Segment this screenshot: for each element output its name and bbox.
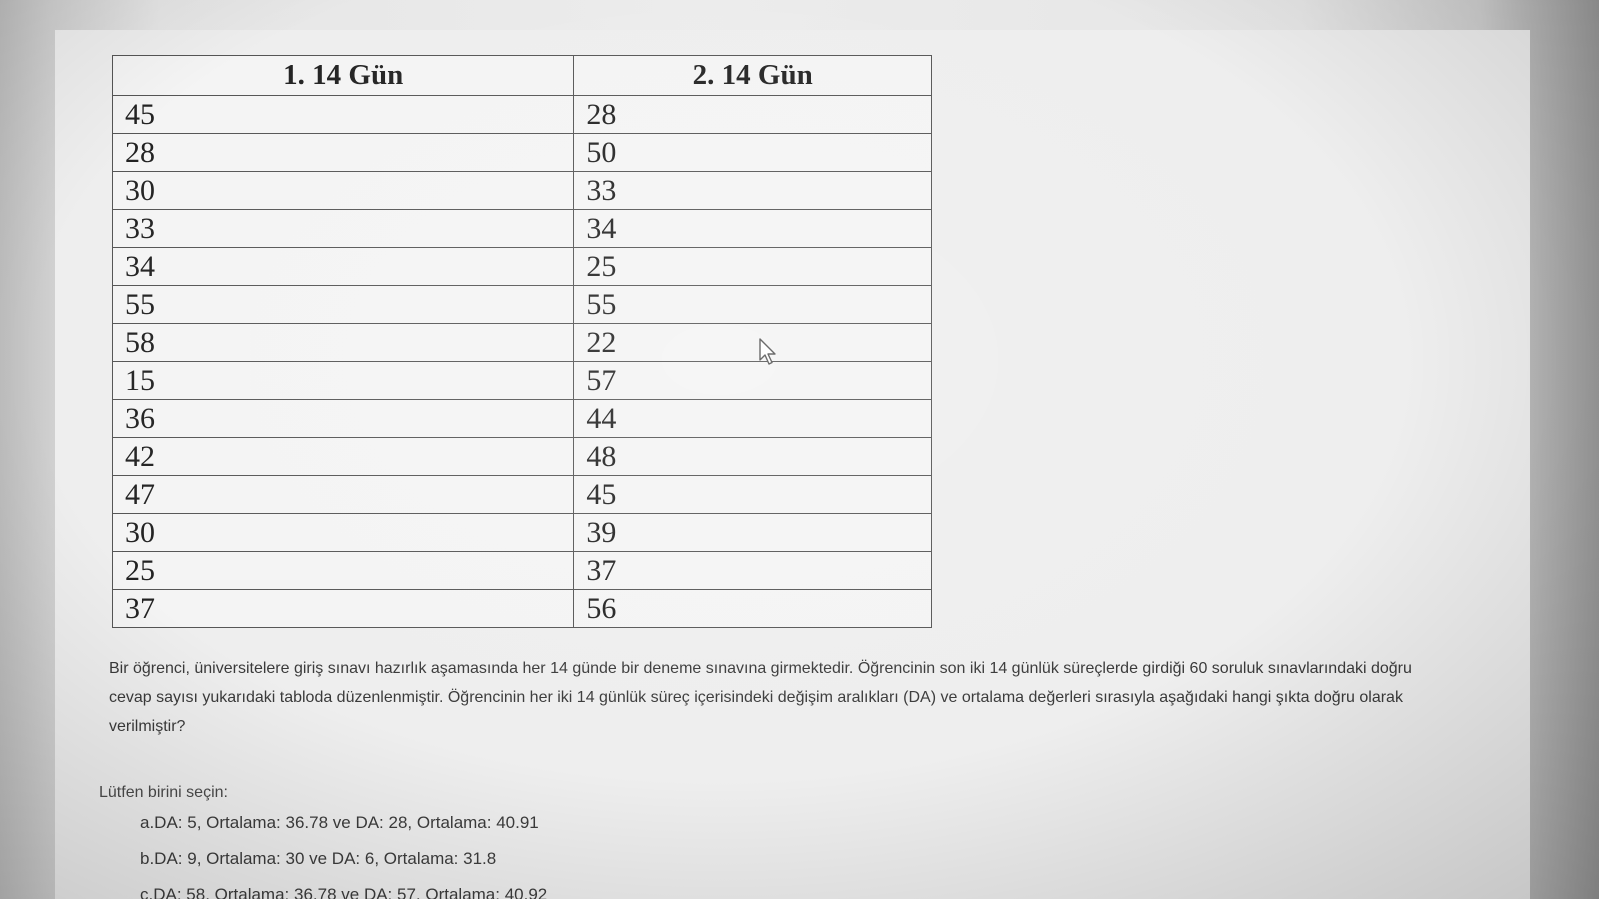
table-row: 37 56 <box>111 589 932 628</box>
table-row: 15 57 <box>111 361 932 400</box>
table-row: 47 45 <box>111 475 932 514</box>
table-cell: 48 <box>573 437 932 476</box>
table-row: 30 39 <box>111 513 932 552</box>
answer-option-b[interactable]: b.DA: 9, Ortalama: 30 ve DA: 6, Ortalama… <box>140 848 547 884</box>
table-cell: 33 <box>111 209 575 248</box>
table-cell: 45 <box>111 95 575 134</box>
table-cell: 37 <box>111 589 575 628</box>
table-cell: 47 <box>111 475 575 514</box>
table-cell: 56 <box>573 589 932 628</box>
table-row: 34 25 <box>111 247 932 286</box>
table-cell: 42 <box>111 437 575 476</box>
table-cell: 55 <box>573 285 932 324</box>
table-cell: 22 <box>573 323 932 362</box>
table-cell: 50 <box>573 133 932 172</box>
table-cell: 25 <box>111 551 575 590</box>
table-cell: 30 <box>111 513 575 552</box>
table-cell: 30 <box>111 171 575 210</box>
table-cell: 34 <box>111 247 575 286</box>
answer-option-a[interactable]: a.DA: 5, Ortalama: 36.78 ve DA: 28, Orta… <box>140 812 547 848</box>
table-cell: 44 <box>573 399 932 438</box>
table-row: 25 37 <box>111 551 932 590</box>
table-row: 36 44 <box>111 399 932 438</box>
table-cell: 39 <box>573 513 932 552</box>
table-row: 58 22 <box>111 323 932 362</box>
table-cell: 25 <box>573 247 932 286</box>
table-row: 28 50 <box>111 133 932 172</box>
question-text: Bir öğrenci, üniversitelere giriş sınavı… <box>109 660 1412 735</box>
mouse-pointer-icon <box>759 338 776 365</box>
table-row: 55 55 <box>111 285 932 324</box>
column-header-first-14-days: 1. 14 Gün <box>111 55 575 96</box>
answer-option-c[interactable]: c.DA: 58, Ortalama: 36.78 ve DA: 57, Ort… <box>140 884 547 899</box>
table-row: 45 28 <box>111 95 932 134</box>
table-cell: 33 <box>573 171 932 210</box>
table-header-row: 1. 14 Gün 2. 14 Gün <box>111 55 932 96</box>
table-row: 33 34 <box>111 209 932 248</box>
table-cell: 15 <box>111 361 575 400</box>
table-cell: 28 <box>111 133 575 172</box>
photographed-screen: 1. 14 Gün 2. 14 Gün 45 28 28 50 30 33 33… <box>0 0 1599 899</box>
table-cell: 37 <box>573 551 932 590</box>
answer-options: a.DA: 5, Ortalama: 36.78 ve DA: 28, Orta… <box>140 812 547 899</box>
table-cell: 36 <box>111 399 575 438</box>
table-row: 30 33 <box>111 171 932 210</box>
scores-table: 1. 14 Gün 2. 14 Gün 45 28 28 50 30 33 33… <box>111 55 932 628</box>
table-cell: 28 <box>573 95 932 134</box>
table-cell: 57 <box>573 361 932 400</box>
table-cell: 45 <box>573 475 932 514</box>
column-header-second-14-days: 2. 14 Gün <box>573 55 932 96</box>
answer-prompt: Lütfen birini seçin: <box>99 784 228 801</box>
table-cell: 34 <box>573 209 932 248</box>
table-row: 42 48 <box>111 437 932 476</box>
table-cell: 55 <box>111 285 575 324</box>
table-cell: 58 <box>111 323 575 362</box>
